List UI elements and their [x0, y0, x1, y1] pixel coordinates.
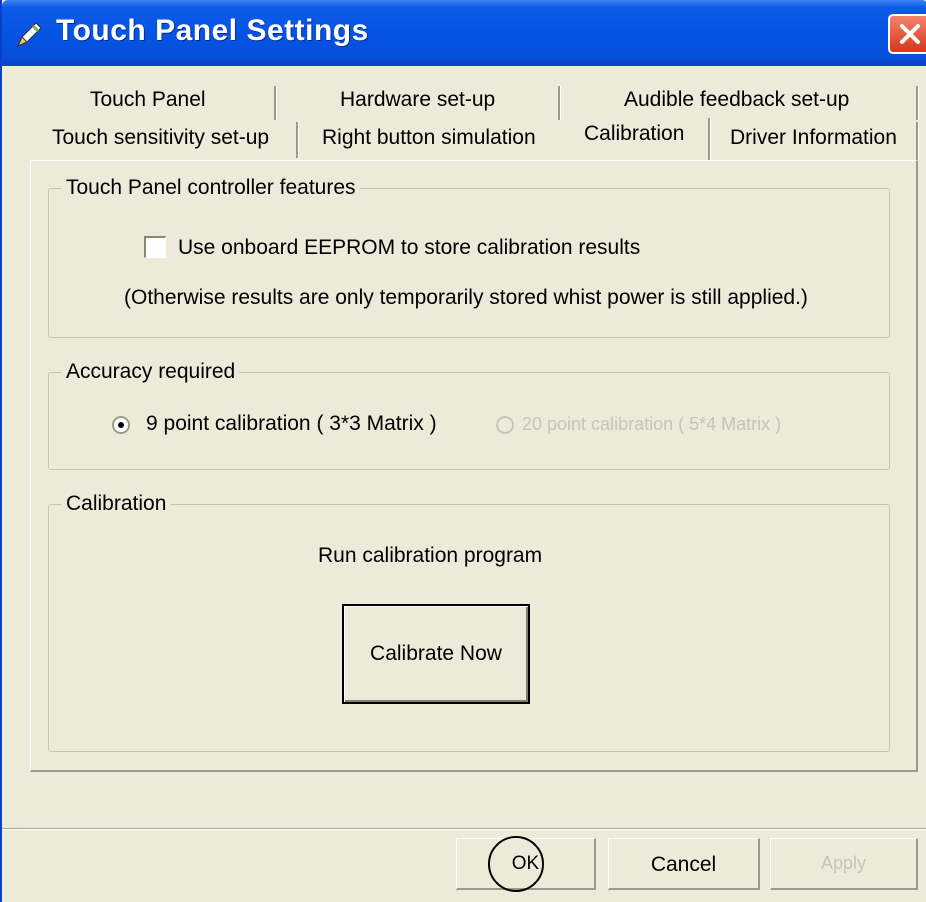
tab-divider	[916, 86, 919, 120]
controller-features-legend: Touch Panel controller features	[62, 176, 360, 200]
tab-driver-information[interactable]: Driver Information	[730, 126, 897, 150]
eeprom-checkbox[interactable]	[144, 236, 166, 258]
cancel-label: Cancel	[650, 853, 717, 876]
tab-divider	[274, 86, 277, 120]
radio-20-point	[496, 416, 514, 434]
tab-touch-panel[interactable]: Touch Panel	[90, 88, 206, 112]
title-bar[interactable]: Touch Panel Settings	[2, 0, 926, 66]
pen-icon	[17, 22, 42, 47]
calibration-caption: Run calibration program	[318, 544, 543, 567]
tab-divider	[296, 122, 299, 158]
tab-touch-sensitivity-setup[interactable]: Touch sensitivity set-up	[52, 126, 269, 150]
touch-panel-settings-window: Touch Panel Settings Touch Panel Hardwar…	[0, 0, 926, 902]
radio-9-point-label[interactable]: 9 point calibration ( 3*3 Matrix )	[146, 412, 437, 436]
apply-label: Apply	[820, 853, 867, 873]
ok-highlight-circle	[488, 836, 544, 892]
eeprom-checkbox-label[interactable]: Use onboard EEPROM to store calibration …	[178, 236, 640, 260]
controller-features-group	[48, 188, 890, 338]
tab-right-button-simulation[interactable]: Right button simulation	[322, 126, 536, 150]
calibration-legend: Calibration	[62, 492, 171, 516]
tab-divider	[708, 118, 711, 160]
tab-audible-feedback-setup[interactable]: Audible feedback set-up	[624, 88, 849, 112]
tab-divider	[916, 122, 919, 160]
tab-calibration[interactable]: Calibration	[584, 122, 684, 146]
radio-20-point-label: 20 point calibration ( 5*4 Matrix )	[522, 414, 782, 434]
tab-divider	[558, 86, 561, 120]
radio-9-point[interactable]	[112, 416, 130, 434]
accuracy-legend: Accuracy required	[62, 360, 240, 384]
bottom-divider	[2, 828, 926, 830]
apply-button: Apply	[770, 838, 918, 890]
close-button[interactable]	[888, 14, 926, 54]
calibrate-now-label: Calibrate Now	[370, 642, 502, 665]
tab-hardware-setup[interactable]: Hardware set-up	[340, 88, 495, 112]
window-title: Touch Panel Settings	[56, 14, 369, 47]
cancel-button[interactable]: Cancel	[608, 838, 760, 890]
eeprom-note: (Otherwise results are only temporarily …	[124, 286, 808, 309]
calibrate-now-button[interactable]: Calibrate Now	[342, 604, 530, 704]
close-icon	[900, 24, 920, 44]
